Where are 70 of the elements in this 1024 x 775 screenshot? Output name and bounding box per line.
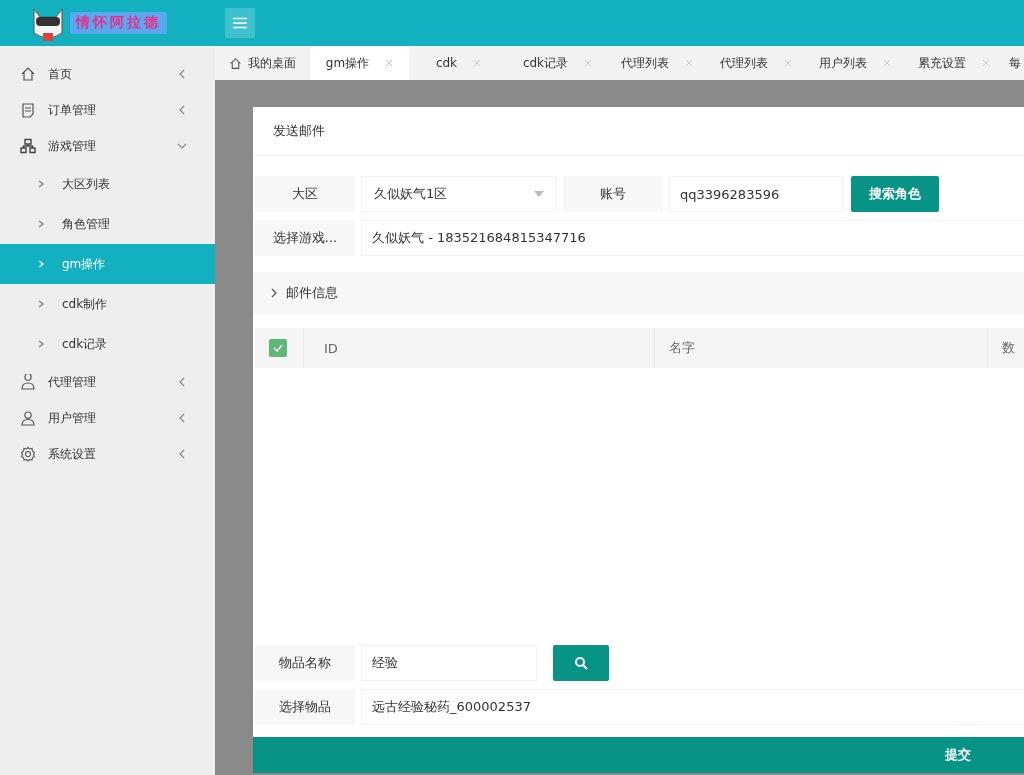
user-icon <box>20 410 36 426</box>
sidebar-item[interactable]: 系统设置 <box>0 436 215 472</box>
item-name-input[interactable]: 经验 <box>361 645 537 681</box>
menu-icon <box>233 17 247 29</box>
sidebar-item[interactable]: 订单管理 <box>0 92 215 128</box>
chevron-right-icon <box>271 288 278 298</box>
tab[interactable]: 代理列表 <box>607 46 706 80</box>
close-icon[interactable] <box>783 59 792 67</box>
search-icon <box>574 656 588 670</box>
field-label: 选择游戏... <box>255 220 355 256</box>
tab[interactable]: 每 <box>1003 46 1023 80</box>
select-all-checkbox[interactable] <box>269 339 287 357</box>
chevron-right-icon <box>38 300 44 308</box>
tab[interactable]: cdk记录 <box>508 46 607 80</box>
sidebar-item[interactable]: 首页 <box>0 56 215 92</box>
close-icon[interactable] <box>684 59 693 67</box>
sidebar-subitem[interactable]: cdk记录 <box>0 324 215 364</box>
tab[interactable]: 我的桌面 <box>215 46 310 80</box>
close-icon[interactable] <box>981 59 990 67</box>
people-icon <box>20 374 36 390</box>
chevron-down-icon <box>177 141 187 151</box>
region-select[interactable]: 久似妖气1区 <box>361 176 557 212</box>
mail-info-panel[interactable]: 邮件信息 <box>253 272 1024 314</box>
home-icon <box>20 66 36 82</box>
tab[interactable]: cdk <box>409 46 508 80</box>
field-label: 大区 <box>255 176 355 212</box>
dropdown-caret-icon <box>534 191 544 197</box>
item-select[interactable]: 远古经验秘药_600002537 <box>361 689 1024 725</box>
close-icon[interactable] <box>385 59 394 67</box>
menu-button[interactable] <box>225 8 255 38</box>
role-select[interactable]: 久似妖气 - 183521684815347716 <box>361 220 1024 256</box>
field-label: 账号 <box>563 176 663 212</box>
close-icon[interactable] <box>882 59 891 67</box>
chevron-left-icon <box>177 377 187 387</box>
chevron-right-icon <box>38 260 44 268</box>
chevron-left-icon <box>177 105 187 115</box>
checkmark-icon <box>273 344 283 352</box>
sitemap-icon <box>20 138 36 154</box>
chevron-right-icon <box>38 340 44 348</box>
search-role-button[interactable]: 搜索角色 <box>851 176 939 212</box>
sidebar-subitem[interactable]: 角色管理 <box>0 204 215 244</box>
sidebar-subitem[interactable]: cdk制作 <box>0 284 215 324</box>
column-header: 数 <box>1001 339 1016 357</box>
sidebar-item[interactable]: 代理管理 <box>0 364 215 400</box>
column-header: 名字 <box>655 328 988 368</box>
account-input[interactable]: qq3396283596 <box>669 176 843 212</box>
home-icon <box>229 56 242 70</box>
tab[interactable]: 累充设置 <box>904 46 1003 80</box>
chevron-left-icon <box>177 449 187 459</box>
settings-icon <box>20 446 36 462</box>
chevron-left-icon <box>177 69 187 79</box>
field-label: 物品名称 <box>255 645 355 681</box>
field-label: 选择物品 <box>255 689 355 725</box>
chevron-right-icon <box>38 220 44 228</box>
close-icon[interactable] <box>473 59 482 67</box>
column-header: ID <box>304 328 655 368</box>
document-icon <box>20 102 36 118</box>
dialog-title: 发送邮件 <box>253 107 1024 156</box>
chevron-right-icon <box>38 180 44 188</box>
tab[interactable]: 用户列表 <box>805 46 904 80</box>
tab[interactable]: gm操作 <box>310 46 409 80</box>
tab[interactable]: 代理列表 <box>706 46 805 80</box>
sidebar-item[interactable]: 游戏管理 <box>0 128 215 164</box>
search-button[interactable] <box>553 645 609 681</box>
submit-button[interactable]: 提交 <box>253 737 1024 773</box>
sidebar-subitem[interactable]: 大区列表 <box>0 164 215 204</box>
close-icon[interactable] <box>584 59 593 67</box>
chevron-left-icon <box>177 413 187 423</box>
logo-text: 情怀阿拉德 <box>70 12 167 34</box>
sidebar-item[interactable]: 用户管理 <box>0 400 215 436</box>
